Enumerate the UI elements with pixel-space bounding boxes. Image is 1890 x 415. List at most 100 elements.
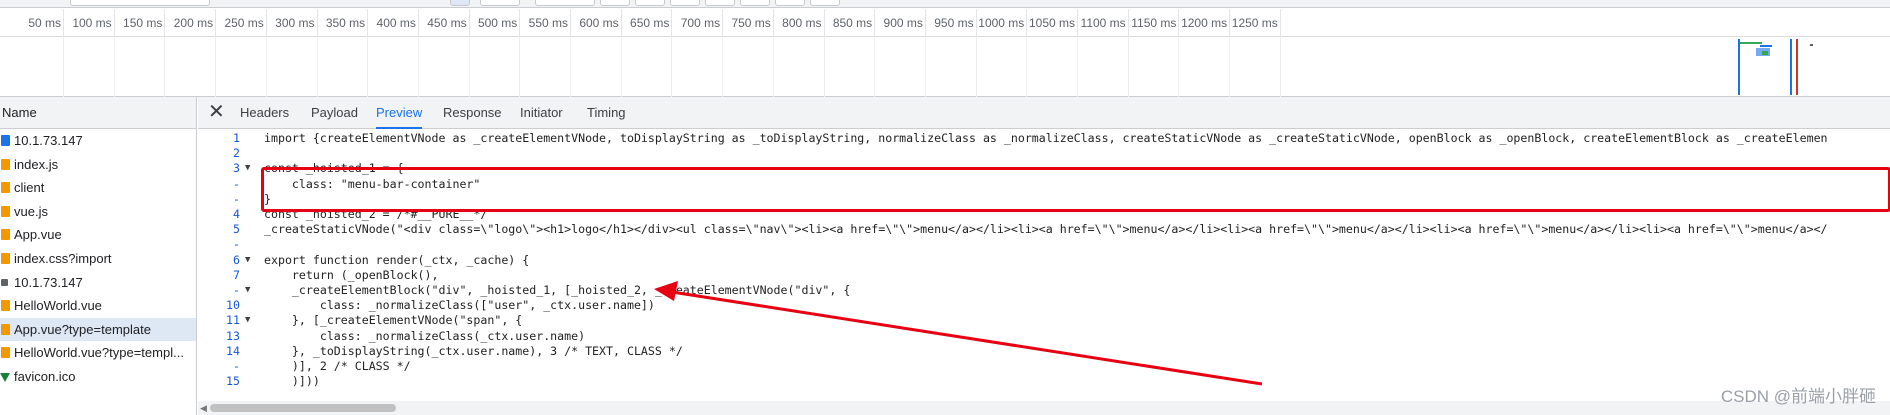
fold-toggle-icon[interactable]: ▼ xyxy=(245,253,250,268)
toolbar-button[interactable] xyxy=(480,0,520,6)
request-row[interactable]: 10.1.73.147 xyxy=(0,271,196,295)
request-name: vue.js xyxy=(14,203,48,219)
request-name: HelloWorld.vue xyxy=(14,298,102,314)
toolbar-button[interactable] xyxy=(450,0,470,6)
timeline-ruler: 50 ms 100 ms 150 ms 200 ms 250 ms 300 ms 350 m… xyxy=(0,9,1890,37)
overview-grid-line xyxy=(417,37,419,97)
tab-payload[interactable]: Payload xyxy=(311,97,358,129)
request-name: App.vue xyxy=(14,227,62,243)
tab-preview[interactable]: Preview xyxy=(376,97,423,129)
code-text: export function render(_ctx, _cache) { xyxy=(264,252,530,267)
horizontal-scrollbar[interactable]: ◀ xyxy=(198,401,1890,415)
request-row[interactable]: App.vue xyxy=(0,223,196,247)
overview-grid-line xyxy=(316,37,318,97)
scroll-left-icon[interactable]: ◀ xyxy=(200,403,207,414)
toolbar-button[interactable] xyxy=(670,0,700,6)
tab-response[interactable]: Response xyxy=(443,97,502,129)
request-row[interactable]: client xyxy=(0,176,196,200)
script-icon xyxy=(1,323,10,335)
ruler-tick-label: 1250 ms xyxy=(1231,16,1278,30)
other-icon xyxy=(1,278,8,286)
line-number: 1 xyxy=(233,131,240,145)
code-line: 11 ▼ }, [_createElementVNode("span", { xyxy=(198,313,1890,328)
line-number: 7 xyxy=(233,267,240,282)
close-icon[interactable]: ✕ xyxy=(208,101,225,123)
request-row[interactable]: index.css?import xyxy=(0,247,196,271)
toolbar-button[interactable] xyxy=(535,0,595,6)
request-bar xyxy=(1762,51,1768,55)
filter-input[interactable] xyxy=(70,0,210,6)
timeline-overview[interactable] xyxy=(0,37,1890,97)
code-text: import {createElementVNode as _createEle… xyxy=(264,131,1828,145)
annotation-highlight-box xyxy=(261,167,1890,212)
request-name: favicon.ico xyxy=(14,368,76,384)
request-list-panel: Name 10.1.73.147 index.js client vue.js App.… xyxy=(0,97,197,415)
request-row[interactable]: vue.js xyxy=(0,200,196,224)
line-number: 3 xyxy=(233,161,240,176)
request-row[interactable]: favicon.ico xyxy=(0,365,196,389)
request-row[interactable]: index.js xyxy=(0,153,196,177)
toolbar-button[interactable] xyxy=(775,0,805,6)
scrollbar-thumb[interactable] xyxy=(210,404,396,412)
overview-grid-line xyxy=(164,37,166,97)
line-number: 11 xyxy=(226,313,240,328)
tab-headers[interactable]: Headers xyxy=(240,97,289,129)
line-number: - xyxy=(233,359,240,373)
code-line: 10 class: _normalizeClass(["user", _ctx.… xyxy=(198,298,1890,313)
fold-toggle-icon[interactable]: ▼ xyxy=(245,283,250,298)
tab-initiator[interactable]: Initiator xyxy=(520,97,563,129)
request-row[interactable]: 10.1.73.147 xyxy=(0,129,196,153)
overview-grid-line xyxy=(1077,37,1078,97)
tab-timing[interactable]: Timing xyxy=(587,97,626,129)
code-line: - xyxy=(198,237,1890,252)
document-icon xyxy=(1,135,10,146)
request-row[interactable]: HelloWorld.vue?type=templ... xyxy=(0,341,196,365)
line-number: - xyxy=(233,237,240,252)
code-line: 13 class: _normalizeClass(_ctx.user.name… xyxy=(198,329,1890,344)
code-line: 6 ▼ export function render(_ctx, _cache) { xyxy=(198,253,1890,268)
code-line: - ▼ _createElementBlock("div", _hoisted_1… xyxy=(198,283,1890,298)
watermark: CSDN @前端小胖砸 xyxy=(1720,387,1876,406)
code-text: }, _toDisplayString(_ctx.user.name), 3 /… xyxy=(264,343,683,358)
line-number: 14 xyxy=(226,343,240,358)
request-name: client xyxy=(14,180,45,196)
script-icon xyxy=(1,300,10,312)
toolbar-button[interactable] xyxy=(740,0,770,6)
line-number: 15 xyxy=(226,374,240,389)
code-line: 1 import {createElementVNode as _createEl… xyxy=(198,131,1890,146)
code-text: _createStaticVNode("<div class=\"logo\">… xyxy=(264,222,1828,237)
fold-toggle-icon[interactable]: ▼ xyxy=(245,161,250,176)
toolbar-button[interactable] xyxy=(810,0,840,6)
request-bar xyxy=(1760,45,1772,47)
line-number: - xyxy=(233,191,240,206)
overview-grid-line xyxy=(367,37,369,97)
request-name: App.vue?type=template xyxy=(14,321,151,337)
code-text: )], 2 /* CLASS */ xyxy=(264,359,411,373)
overview-grid-line xyxy=(671,37,673,97)
line-number: 10 xyxy=(226,298,240,313)
overview-grid-line xyxy=(63,37,64,97)
overview-grid-line xyxy=(570,37,571,97)
dom-content-loaded-marker xyxy=(1738,39,1740,95)
request-name: 10.1.73.147 xyxy=(14,274,83,290)
code-line: 14 }, _toDisplayString(_ctx.user.name), … xyxy=(198,344,1890,359)
overview-grid-line xyxy=(1026,37,1028,97)
toolbar-button[interactable] xyxy=(600,0,630,6)
code-text: class: _normalizeClass(_ctx.user.name) xyxy=(264,328,586,343)
code-line: - )], 2 /* CLASS */ xyxy=(198,359,1890,374)
name-column-header[interactable]: Name xyxy=(0,97,196,129)
fold-toggle-icon[interactable]: ▼ xyxy=(245,313,250,328)
code-line: 2 xyxy=(198,146,1890,161)
overview-grid-line xyxy=(975,37,977,97)
line-number: 13 xyxy=(226,328,240,343)
toolbar-button[interactable] xyxy=(635,0,665,6)
line-number: 2 xyxy=(233,146,240,161)
detail-tab-bar: ✕ Headers Payload Preview Response Initi… xyxy=(198,97,1890,129)
line-number: - xyxy=(233,176,240,191)
script-icon xyxy=(1,252,10,264)
toolbar-button[interactable] xyxy=(705,0,735,6)
overview-grid-line xyxy=(1229,37,1231,97)
request-row[interactable]: App.vue?type=template xyxy=(0,317,196,342)
code-text: )])) xyxy=(264,374,320,389)
request-row[interactable]: HelloWorld.vue xyxy=(0,294,196,318)
